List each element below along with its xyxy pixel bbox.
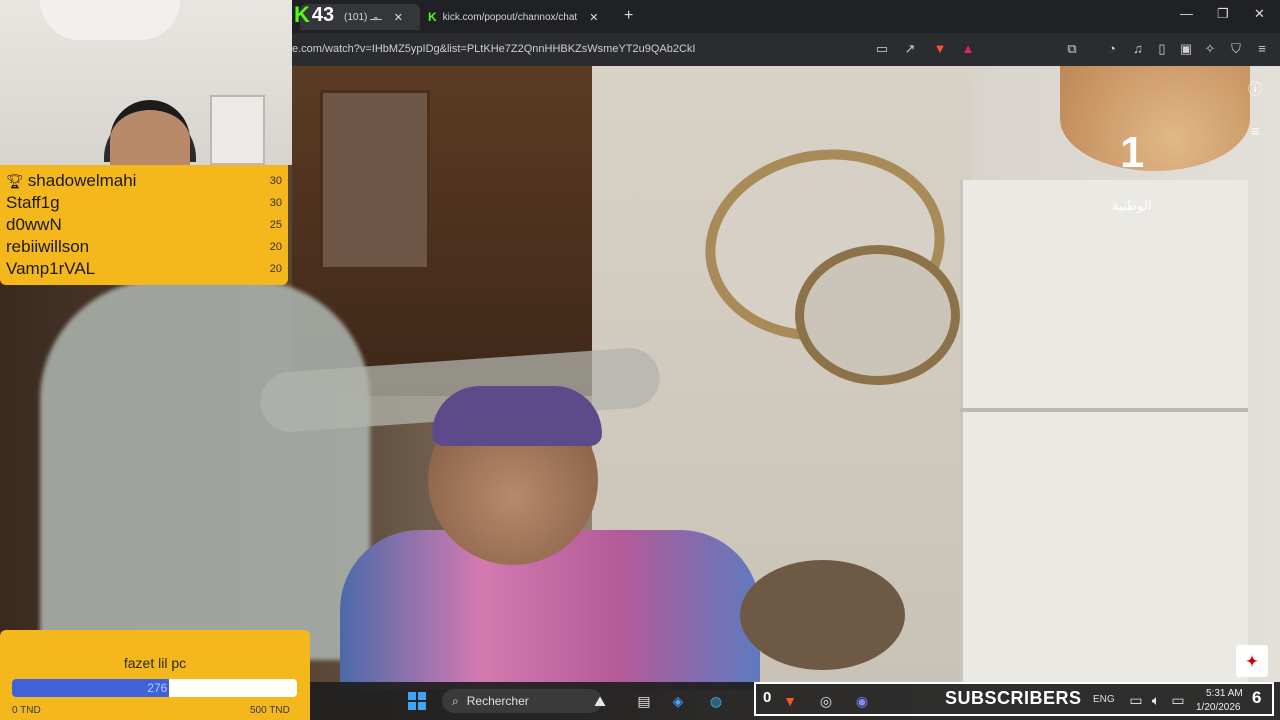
tab-count-value: 43 bbox=[311, 3, 335, 26]
video-fridge bbox=[960, 180, 1248, 690]
leaderboard-score: 25 bbox=[269, 219, 282, 231]
brave-shield-icon[interactable]: ▼ bbox=[932, 41, 948, 57]
leaderboard-name: shadowelmahi bbox=[27, 171, 137, 190]
info-icon[interactable]: ⓘ bbox=[1246, 80, 1264, 98]
visual-studio-icon[interactable]: ◈ bbox=[668, 691, 688, 711]
webcam-background-door bbox=[210, 95, 265, 165]
video-sieve-small bbox=[795, 245, 960, 385]
leaderboard-row: Vamp1rVAL 20 bbox=[6, 258, 282, 280]
share-icon[interactable]: ↗ bbox=[902, 41, 918, 57]
maximize-button[interactable]: ❐ bbox=[1217, 6, 1229, 22]
widgets-icon[interactable]: ⛰ bbox=[590, 691, 610, 711]
search-icon: ⌕ bbox=[452, 694, 459, 708]
video-person-standing bbox=[40, 280, 370, 660]
channel-logo-text: الوطنية bbox=[1112, 198, 1152, 213]
sidebar-icon[interactable]: ▯ bbox=[1154, 41, 1170, 57]
goal-progress-fill: 276 bbox=[12, 679, 170, 697]
leaderboard-row: d0wwN 25 bbox=[6, 214, 282, 236]
leaderboard-name: d0wwN bbox=[6, 215, 62, 234]
battery-icon[interactable]: ▭ bbox=[1168, 690, 1188, 710]
minimize-button[interactable]: — bbox=[1180, 6, 1193, 21]
video-woman-scarf bbox=[432, 386, 602, 446]
clock-time[interactable]: 5:31 AM bbox=[1206, 688, 1243, 699]
goal-current-value: 276 bbox=[147, 681, 168, 695]
tab-kick-chat[interactable]: K kick.com/popout/channox/chat ✕ bbox=[420, 4, 610, 30]
leaderboard-name: rebiiwillson bbox=[6, 237, 90, 256]
leaderboard-name: Staff1g bbox=[6, 193, 60, 212]
leo-ai-icon[interactable]: ✧ bbox=[1202, 41, 1218, 57]
subscribers-label: SUBSCRIBERS bbox=[945, 688, 1082, 708]
webcam-overlay bbox=[0, 0, 292, 165]
vpn-icon[interactable]: ⛉ bbox=[1228, 41, 1244, 57]
tab-label: (101) ـمـ bbox=[344, 11, 382, 23]
subscribers-count-right: 6 bbox=[1252, 688, 1262, 707]
leaderboard-row: rebiiwillson 20 bbox=[6, 236, 282, 258]
music-icon[interactable]: ♫ bbox=[1130, 41, 1146, 57]
url-field[interactable]: e.com/watch?v=IHbMZ5ypIDg&list=PLtKHe7Z2… bbox=[292, 43, 695, 55]
close-window-button[interactable]: ✕ bbox=[1254, 6, 1265, 22]
close-icon[interactable]: ✕ bbox=[589, 11, 598, 24]
video-cabinet-glass bbox=[320, 90, 430, 270]
tab-label: kick.com/popout/channox/chat bbox=[442, 11, 578, 23]
wallet-icon[interactable]: ▣ bbox=[1178, 41, 1194, 57]
goal-title: fazet lil pc bbox=[123, 655, 187, 671]
kick-icon: K bbox=[428, 10, 437, 24]
cast-icon[interactable]: ▭ bbox=[874, 41, 890, 57]
taskbar-search[interactable]: ⌕ Rechercher bbox=[442, 689, 602, 713]
goal-min-label: 0 TND bbox=[12, 705, 41, 716]
leaderboard-row: 🏆︎ shadowelmahi 30 bbox=[6, 170, 282, 192]
brave-rewards-icon[interactable]: ▲ bbox=[960, 41, 976, 57]
leaderboard-score: 30 bbox=[269, 197, 282, 209]
trophy-icon: 🏆︎ bbox=[6, 172, 24, 189]
leaderboard-name: Vamp1rVAL bbox=[6, 259, 96, 278]
leaderboard-score: 20 bbox=[269, 241, 282, 253]
channel-watermark-icon: ✦ bbox=[1236, 645, 1268, 677]
address-bar: e.com/watch?v=IHbMZ5ypIDg&list=PLtKHe7Z2… bbox=[292, 33, 1280, 66]
browser-tab-bar: (101) ـمـ ✕ K kick.com/popout/channox/ch… bbox=[292, 0, 1280, 33]
menu-icon[interactable]: ≡ bbox=[1254, 41, 1270, 57]
leaderboard-score: 30 bbox=[269, 175, 282, 187]
channel-logo: 1 الوطنية bbox=[1108, 128, 1168, 218]
playlist-icon[interactable]: ≡ bbox=[1246, 122, 1264, 140]
edge-icon[interactable]: ◍ bbox=[706, 691, 726, 711]
goal-progress-bar: 276 bbox=[12, 679, 297, 697]
webcam-ceiling-light bbox=[40, 0, 180, 40]
tab-count-badge: K 43 bbox=[294, 2, 334, 28]
webcam-streamer bbox=[110, 100, 190, 165]
new-tab-button[interactable]: + bbox=[624, 7, 633, 25]
video-bowl bbox=[740, 560, 905, 670]
clock-date[interactable]: 1/20/2026 bbox=[1196, 702, 1241, 713]
history-icon[interactable]: ◔ bbox=[1104, 41, 1120, 57]
leaderboard-panel: 🏆︎ shadowelmahi 30 Staff1g 30 d0wwN 25 r… bbox=[0, 165, 288, 285]
subscribers-count-left: 0 bbox=[763, 689, 772, 706]
leaderboard-score: 20 bbox=[269, 263, 282, 275]
volume-icon[interactable]: 🔈︎ bbox=[1146, 690, 1166, 710]
network-icon[interactable]: ▭ bbox=[1126, 690, 1146, 710]
channel-logo-number: 1 bbox=[1120, 128, 1145, 177]
kick-icon: K bbox=[294, 2, 310, 27]
video-fridge-door-line bbox=[960, 408, 1248, 412]
screenshot-icon[interactable]: ⧉ bbox=[1064, 41, 1080, 57]
windows-start-icon[interactable] bbox=[408, 692, 426, 710]
goal-max-label: 500 TND bbox=[250, 705, 290, 716]
search-label: Rechercher bbox=[466, 694, 529, 708]
task-view-icon[interactable]: ▤ bbox=[634, 691, 654, 711]
close-icon[interactable]: ✕ bbox=[394, 11, 403, 24]
leaderboard-row: Staff1g 30 bbox=[6, 192, 282, 214]
language-indicator[interactable]: ENG bbox=[1093, 694, 1115, 705]
